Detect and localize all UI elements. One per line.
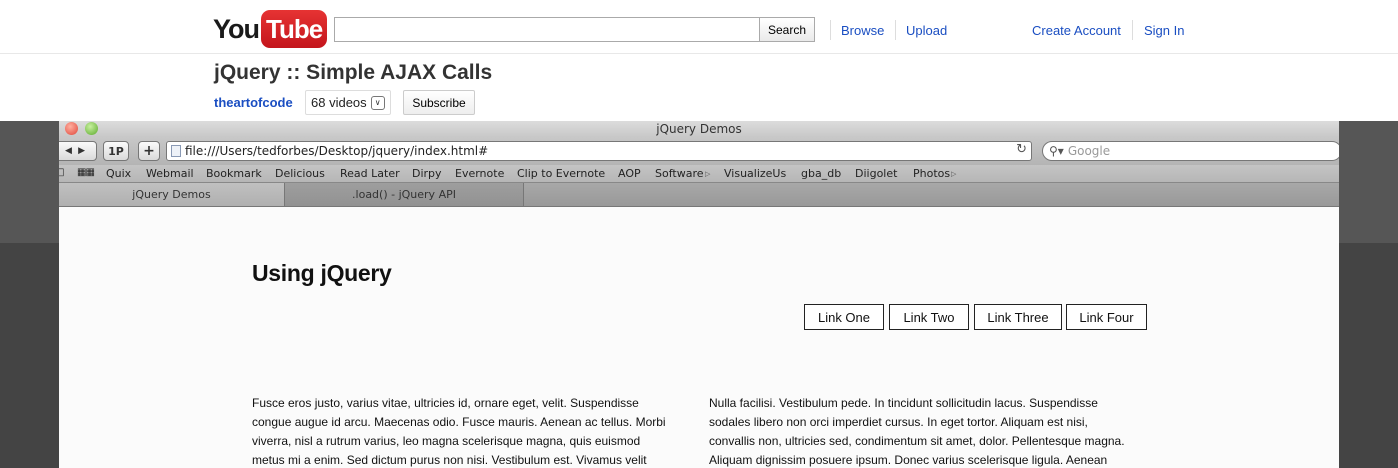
- chevron-down-icon: ∨: [370, 95, 385, 110]
- bookmark-item: VisualizeUs: [724, 167, 787, 180]
- upload-link[interactable]: Upload: [906, 23, 947, 38]
- window-title: jQuery Demos: [656, 122, 742, 136]
- video-count-text: 68 videos: [311, 95, 367, 110]
- browser-toolbar: ◀ ▶ 1P + file:///Users/tedforbes/Desktop…: [59, 137, 1339, 165]
- nav-divider: [1132, 20, 1133, 40]
- bookmark-item: Evernote: [455, 167, 505, 180]
- tab-load-api: .load() - jQuery API: [284, 183, 524, 206]
- youtube-header: You Tube Search Browse Upload Create Acc…: [0, 0, 1398, 54]
- search-input[interactable]: [334, 17, 760, 42]
- link-three-button: Link Three: [974, 304, 1062, 330]
- back-forward-buttons: ◀ ▶: [59, 141, 97, 161]
- paragraph-line: Nulla facilisi. Vestibulum pede. In tinc…: [709, 396, 1098, 410]
- onepassword-button: 1P: [103, 141, 129, 161]
- url-text: file:///Users/tedforbes/Desktop/jquery/i…: [185, 144, 489, 158]
- reload-icon: ↻: [1016, 142, 1027, 157]
- page-heading: Using jQuery: [252, 260, 392, 286]
- paragraph-line: sodales libero non orci imperdiet cursus…: [709, 415, 1088, 429]
- tab-jquery-demos: jQuery Demos: [59, 183, 284, 206]
- paragraph-right: Nulla facilisi. Vestibulum pede. In tinc…: [709, 394, 1154, 468]
- bookmark-item: Diigolet: [855, 167, 898, 180]
- bookmark-item: Software: [655, 167, 704, 180]
- url-bar: file:///Users/tedforbes/Desktop/jquery/i…: [166, 141, 1032, 161]
- sign-in-link[interactable]: Sign In: [1144, 23, 1184, 38]
- bookmarks-bar: □ ▦▦ Quix Webmail Bookmark Delicious Rea…: [59, 165, 1339, 182]
- google-search-placeholder: Google: [1067, 144, 1111, 158]
- paragraph-line: viverra, nisl a rutrum varius, leo magna…: [252, 434, 641, 448]
- bookmark-item: Delicious: [275, 167, 325, 180]
- browser-tab-bar: jQuery Demos .load() - jQuery API: [59, 182, 1339, 207]
- channel-link[interactable]: theartofcode: [214, 95, 293, 110]
- paragraph-line: Aliquam dignissim posuere ipsum. Donec v…: [709, 453, 1108, 467]
- bookmark-item: Read Later: [340, 167, 400, 180]
- paragraph-line: Fusce eros justo, varius vitae, ultricie…: [252, 396, 639, 410]
- bookmark-item: Dirpy: [412, 167, 442, 180]
- bookmark-item: Clip to Evernote: [517, 167, 606, 180]
- bookmark-item: Quix: [106, 167, 132, 180]
- browse-link[interactable]: Browse: [841, 23, 884, 38]
- link-one-button: Link One: [804, 304, 884, 330]
- logo-you-text: You: [213, 13, 260, 44]
- video-title: jQuery :: Simple AJAX Calls: [214, 61, 493, 84]
- video-count-dropdown[interactable]: 68 videos ∨: [305, 90, 391, 115]
- bookmark-item: Photos: [913, 167, 951, 180]
- nav-divider: [830, 20, 831, 40]
- search-button[interactable]: Search: [759, 17, 815, 42]
- search-icon: ⚲▾: [1049, 144, 1064, 158]
- demo-page: Using jQuery Link One Link Two Link Thre…: [59, 207, 1339, 468]
- bookmark-item: Bookmark: [206, 167, 262, 180]
- nav-divider: [895, 20, 896, 40]
- page-icon: [171, 145, 181, 157]
- bookmark-item: AOP: [618, 167, 641, 180]
- link-two-button: Link Two: [889, 304, 969, 330]
- paragraph-left: Fusce eros justo, varius vitae, ultricie…: [252, 394, 697, 468]
- video-browser-window: jQuery Demos ◀ ▶ 1P + file:///Users/tedf…: [59, 121, 1339, 468]
- add-tab-button: +: [138, 141, 160, 161]
- google-search-field: ⚲▾ Google: [1042, 141, 1339, 161]
- book-icon: □: [59, 167, 65, 178]
- paragraph-line: convallis non, ultricies sed, condimentu…: [709, 434, 1125, 448]
- link-four-button: Link Four: [1066, 304, 1147, 330]
- bookmark-item: gba_db: [801, 167, 842, 180]
- grid-icon: ▦▦: [77, 167, 95, 178]
- browser-titlebar: jQuery Demos: [59, 121, 1339, 137]
- create-account-link[interactable]: Create Account: [1032, 23, 1121, 38]
- youtube-logo[interactable]: You Tube: [213, 9, 328, 49]
- folder-arrow-icon: ▷: [705, 170, 711, 178]
- paragraph-line: metus mi a enim. Sed dictum purus non ni…: [252, 453, 647, 467]
- subscribe-button[interactable]: Subscribe: [403, 90, 475, 115]
- logo-tube-text: Tube: [261, 10, 328, 48]
- bookmark-item: Webmail: [146, 167, 194, 180]
- paragraph-line: congue augue id arcu. Maecenas odio. Fus…: [252, 415, 666, 429]
- folder-arrow-icon: ▷: [951, 170, 957, 178]
